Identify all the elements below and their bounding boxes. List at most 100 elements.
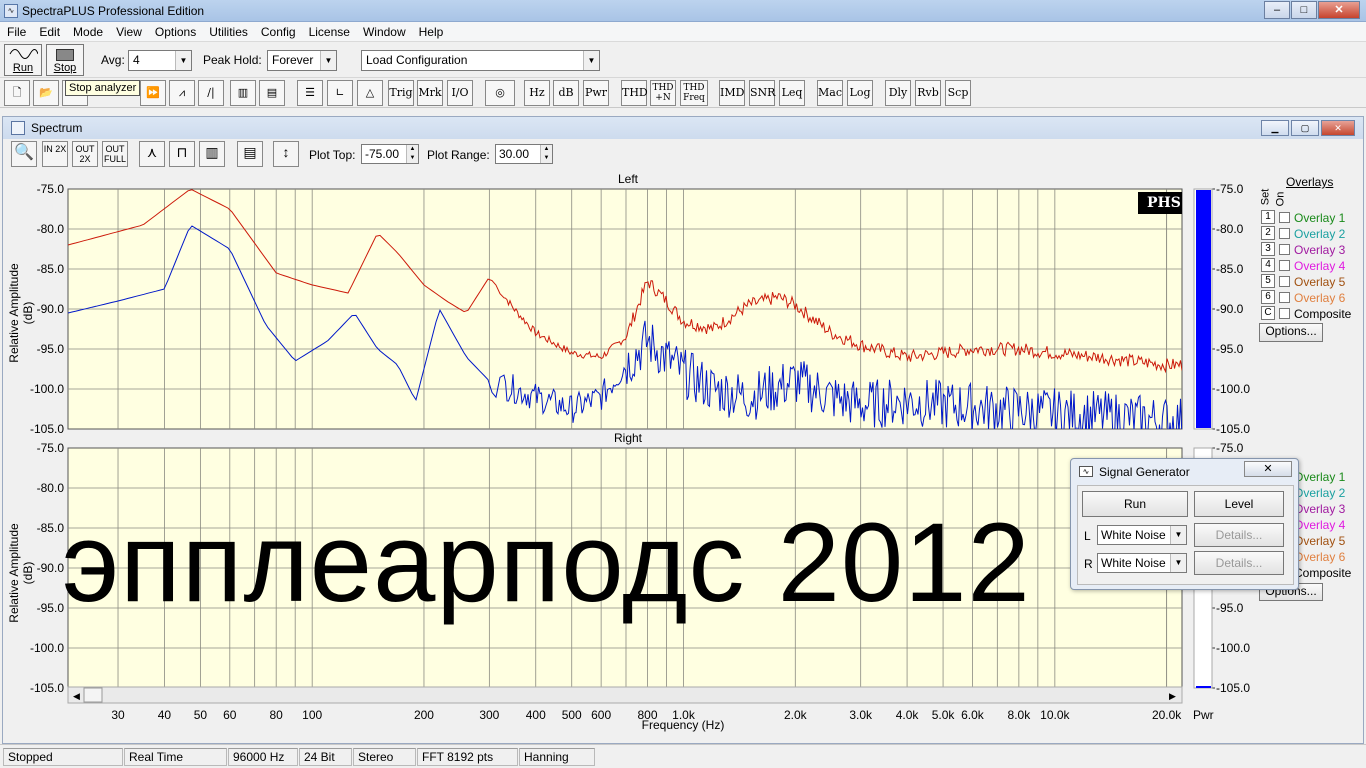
mrk-button[interactable]: Mrk	[417, 80, 443, 106]
3d-surface-icon[interactable]: ▤	[259, 80, 285, 106]
spectrum-window: Spectrum ▁ ▢ ✕ 🔍 IN 2X OUT 2X OUT FULL ⋏…	[2, 116, 1364, 744]
dly-button[interactable]: Dly	[885, 80, 911, 106]
scp-button[interactable]: Scp	[945, 80, 971, 106]
stop-button[interactable]: Stop	[46, 44, 84, 76]
overlay-set-button[interactable]: C	[1261, 306, 1275, 320]
table-icon[interactable]: ☰	[297, 80, 323, 106]
overlay-checkbox[interactable]	[1279, 276, 1290, 287]
x-tick-label: 30	[111, 708, 125, 722]
y-tick-label: -100.0	[30, 641, 64, 655]
triangle-icon[interactable]: △	[357, 80, 383, 106]
overlay-label: Overlay 1	[1294, 470, 1346, 484]
phs-logo-text: PHS	[1147, 195, 1181, 211]
spectrogram-icon[interactable]: ▥	[230, 80, 256, 106]
right-details-button[interactable]: Details...	[1194, 551, 1284, 575]
menu-license[interactable]: License	[302, 22, 356, 39]
overlay-label: Overlay 6	[1294, 291, 1346, 305]
run-button[interactable]: Run	[4, 44, 42, 76]
generator-icon[interactable]: ◎	[485, 80, 515, 106]
snr-button[interactable]: SNR	[749, 80, 775, 106]
trig-button[interactable]: Trig	[388, 80, 414, 106]
db-button[interactable]: dB	[553, 80, 579, 106]
waveform-icon	[9, 49, 39, 59]
menu-config[interactable]: Config	[254, 22, 302, 39]
overlay-set-button[interactable]: 1	[1261, 210, 1275, 224]
menu-file[interactable]: File	[0, 22, 32, 39]
menu-view[interactable]: View	[109, 22, 148, 39]
new-file-icon[interactable]: 🗋	[4, 80, 30, 106]
overlay-label: Overlay 4	[1294, 518, 1346, 532]
overlay-label: Overlay 3	[1294, 243, 1346, 257]
menu-utilities[interactable]: Utilities	[202, 22, 254, 39]
status-window: Hanning	[519, 748, 595, 766]
peak-hold-select[interactable]: Forever ▼	[267, 50, 337, 71]
signal-generator-close-icon[interactable]: ✕	[1244, 461, 1292, 477]
thd-n-button[interactable]: THD +N	[650, 80, 676, 106]
overlay-checkbox[interactable]	[1279, 292, 1290, 303]
x-tick-label: 20.0k	[1152, 708, 1182, 722]
overlay-checkbox[interactable]	[1279, 260, 1290, 271]
menu-mode[interactable]: Mode	[66, 22, 109, 39]
right-channel-title: Right	[613, 431, 642, 445]
menu-options[interactable]: Options	[148, 22, 202, 39]
status-sample-rate: 96000 Hz	[228, 748, 298, 766]
menu-edit[interactable]: Edit	[32, 22, 66, 39]
pwr-tick-label: -105.0	[1216, 681, 1250, 695]
io-button[interactable]: I/O	[447, 80, 473, 106]
overlay-set-button[interactable]: 6	[1261, 290, 1275, 304]
pwr-tick-label: -100.0	[1216, 382, 1250, 396]
menu-help[interactable]: Help	[412, 22, 450, 39]
overlay-options-button[interactable]: Options...	[1259, 323, 1323, 342]
pwr-button[interactable]: Pwr	[583, 80, 609, 106]
sawtooth-icon[interactable]: ∕|	[198, 80, 224, 106]
overlay-set-button[interactable]: 4	[1261, 258, 1275, 272]
avg-select[interactable]: 4 ▼	[128, 50, 192, 71]
right-signal-select[interactable]: White Noise ▼	[1097, 553, 1187, 573]
left-details-button[interactable]: Details...	[1194, 523, 1284, 547]
pwr-tick-label: -100.0	[1216, 641, 1250, 655]
close-button[interactable]: ✕	[1318, 1, 1360, 19]
thd-button[interactable]: THD	[621, 80, 648, 106]
set-column-label: Set	[1259, 188, 1272, 206]
overlay-label: Overlay 5	[1294, 534, 1346, 548]
left-channel-label: L	[1084, 529, 1091, 543]
overlay-set-button[interactable]: 2	[1261, 226, 1275, 240]
y-tick-label: -95.0	[37, 601, 65, 615]
overlay-checkbox[interactable]	[1279, 212, 1290, 223]
generator-run-button[interactable]: Run	[1082, 491, 1188, 517]
overlay-set-button[interactable]: 5	[1261, 274, 1275, 288]
leq-button[interactable]: Leq	[779, 80, 805, 106]
rvb-button[interactable]: Rvb	[915, 80, 941, 106]
chevron-down-icon: ▼	[583, 51, 599, 70]
y-tick-label: -85.0	[37, 521, 65, 535]
imd-button[interactable]: IMD	[719, 80, 745, 106]
tools-toolbar: 🗋 📂 ▭ ⏩ ⩘ ∕| ▥ ▤ ☰ ∟ △ Trig Mrk I/O ◎ Hz…	[0, 78, 1366, 108]
overlay-label: Overlay 6	[1294, 550, 1346, 564]
open-folder-icon[interactable]: 📂	[33, 80, 59, 106]
hz-button[interactable]: Hz	[524, 80, 550, 106]
menu-window[interactable]: Window	[356, 22, 412, 39]
stop-label: Stop	[53, 62, 77, 74]
y-tick-label: -95.0	[37, 342, 65, 356]
thd-freq-button[interactable]: THD Freq	[680, 80, 708, 106]
overlay-checkbox[interactable]	[1279, 244, 1290, 255]
x-tick-label: 200	[414, 708, 434, 722]
left-signal-select[interactable]: White Noise ▼	[1097, 525, 1187, 545]
menu-bar: File Edit Mode View Options Utilities Config Li…	[0, 22, 1366, 42]
overlay-checkbox[interactable]	[1279, 308, 1290, 319]
overlay-set-button[interactable]: 3	[1261, 242, 1275, 256]
spectrum-icon[interactable]: ⩘	[169, 80, 195, 106]
overlay-label: Overlay 2	[1294, 227, 1346, 241]
mac-button[interactable]: Mac	[817, 80, 843, 106]
axis-icon[interactable]: ∟	[327, 80, 353, 106]
generator-level-button[interactable]: Level	[1194, 491, 1284, 517]
minimize-button[interactable]: –	[1264, 1, 1290, 19]
signal-generator-title: Signal Generator	[1099, 465, 1190, 479]
configuration-select[interactable]: Load Configuration ▼	[361, 50, 600, 71]
y-tick-label: -85.0	[37, 262, 65, 276]
scroll-thumb	[83, 687, 103, 703]
overlay-checkbox[interactable]	[1279, 228, 1290, 239]
log-button[interactable]: Log	[847, 80, 873, 106]
fast-forward-icon[interactable]: ⏩	[140, 80, 166, 106]
maximize-button[interactable]: □	[1291, 1, 1317, 19]
